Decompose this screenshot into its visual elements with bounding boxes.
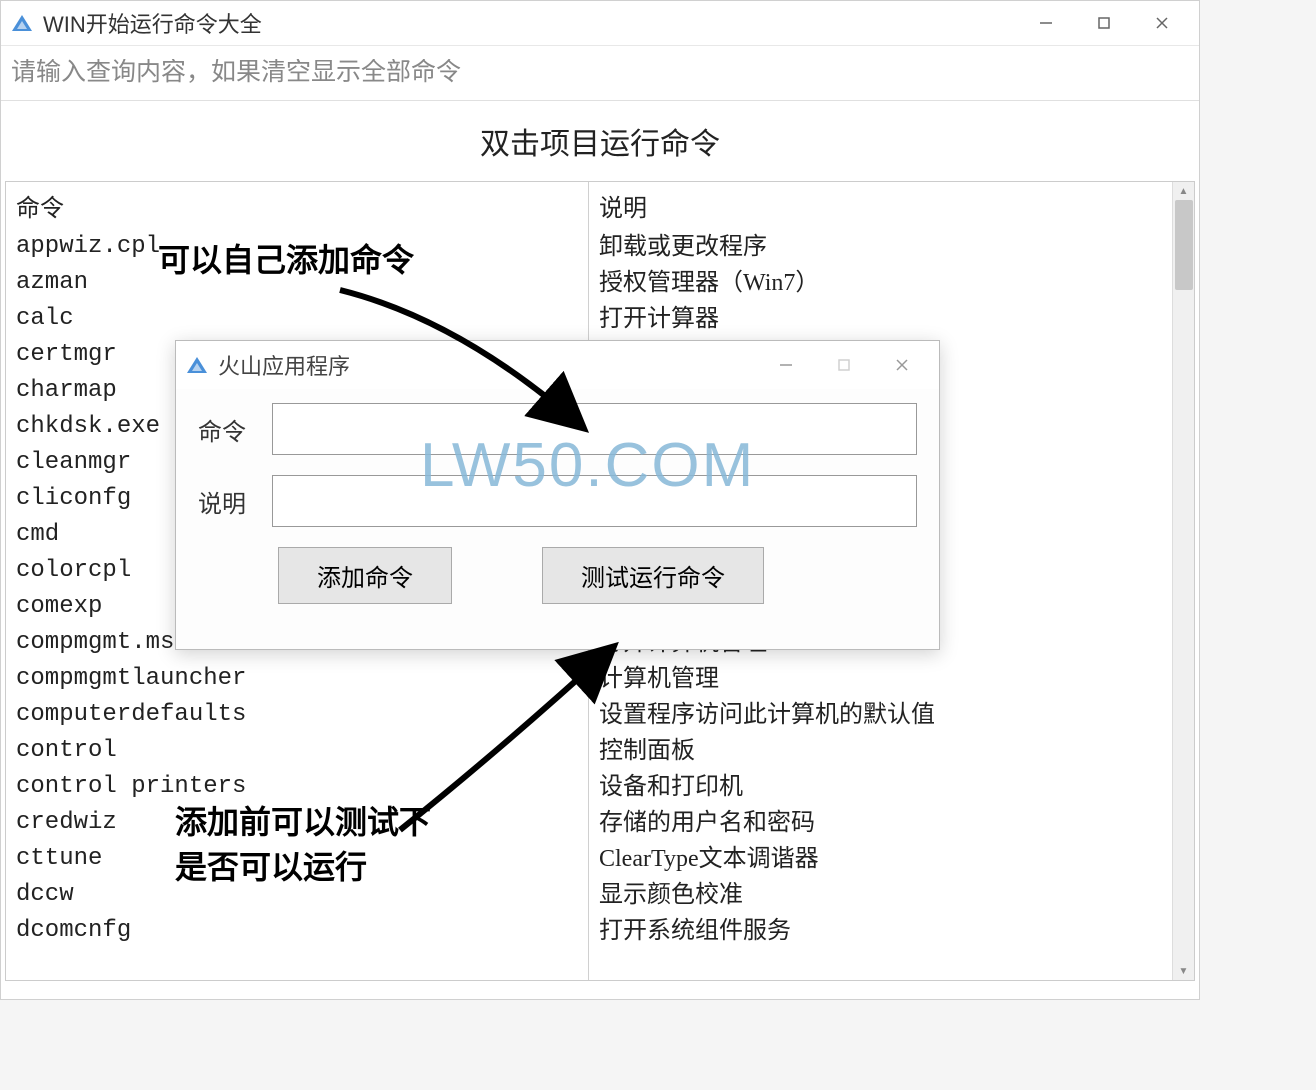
command-column-header: 命令: [6, 182, 588, 229]
minimize-button[interactable]: [1017, 1, 1075, 46]
minimize-icon: [779, 358, 793, 372]
table-row-cmd[interactable]: azman: [6, 265, 588, 301]
dialog-title: 火山应用程序: [218, 349, 757, 381]
table-row-desc[interactable]: 设备和打印机: [589, 769, 1172, 805]
dialog-body: 命令 说明 添加命令 测试运行命令: [176, 389, 939, 618]
app-icon: [9, 10, 35, 36]
table-row-desc[interactable]: 显示颜色校准: [589, 877, 1172, 913]
description-label: 说明: [198, 484, 258, 519]
maximize-icon: [837, 358, 851, 372]
dialog-window-controls: [757, 343, 931, 388]
close-icon: [1155, 16, 1169, 30]
table-row-cmd[interactable]: cttune: [6, 841, 588, 877]
description-field-row: 说明: [198, 475, 917, 527]
dialog-close-button[interactable]: [873, 343, 931, 388]
close-button[interactable]: [1133, 1, 1191, 46]
table-row-cmd[interactable]: appwiz.cpl: [6, 229, 588, 265]
main-titlebar: WIN开始运行命令大全: [1, 1, 1199, 46]
dialog-titlebar: 火山应用程序: [176, 341, 939, 389]
table-row-desc[interactable]: 设置程序访问此计算机的默认值: [589, 697, 1172, 733]
table-row-cmd[interactable]: computerdefaults: [6, 697, 588, 733]
maximize-icon: [1097, 16, 1111, 30]
scrollbar[interactable]: ▲ ▼: [1172, 182, 1194, 980]
maximize-button[interactable]: [1075, 1, 1133, 46]
table-row-cmd[interactable]: dcomcnfg: [6, 913, 588, 949]
table-row-desc[interactable]: 打开系统组件服务: [589, 913, 1172, 949]
table-row-cmd[interactable]: dccw: [6, 877, 588, 913]
test-run-button[interactable]: 测试运行命令: [542, 547, 764, 604]
dialog-app-icon: [184, 352, 210, 378]
command-field-row: 命令: [198, 403, 917, 455]
search-bar: [1, 46, 1199, 101]
description-input[interactable]: [272, 475, 917, 527]
scroll-thumb[interactable]: [1175, 200, 1193, 290]
dialog-minimize-button[interactable]: [757, 343, 815, 388]
command-input[interactable]: [272, 403, 917, 455]
dialog-maximize-button[interactable]: [815, 343, 873, 388]
add-command-button[interactable]: 添加命令: [278, 547, 452, 604]
table-row-cmd[interactable]: calc: [6, 301, 588, 337]
table-row-cmd[interactable]: credwiz: [6, 805, 588, 841]
table-row-desc[interactable]: 打开计算器: [589, 301, 1172, 337]
table-row-desc[interactable]: 卸载或更改程序: [589, 229, 1172, 265]
table-row-desc[interactable]: 控制面板: [589, 733, 1172, 769]
main-title: WIN开始运行命令大全: [43, 7, 1017, 39]
close-icon: [895, 358, 909, 372]
dialog-button-row: 添加命令 测试运行命令: [198, 547, 917, 604]
search-input[interactable]: [11, 59, 1189, 87]
table-row-desc[interactable]: 授权管理器（Win7）: [589, 265, 1172, 301]
description-column-header: 说明: [589, 182, 1172, 229]
command-label: 命令: [198, 412, 258, 447]
scroll-down-icon[interactable]: ▼: [1173, 962, 1194, 980]
table-row-desc[interactable]: 计算机管理: [589, 661, 1172, 697]
instruction-text: 双击项目运行命令: [1, 101, 1199, 181]
table-row-cmd[interactable]: control printers: [6, 769, 588, 805]
table-row-cmd[interactable]: compmgmtlauncher: [6, 661, 588, 697]
table-row-cmd[interactable]: control: [6, 733, 588, 769]
table-row-desc[interactable]: ClearType文本调谐器: [589, 841, 1172, 877]
minimize-icon: [1039, 16, 1053, 30]
add-command-dialog: 火山应用程序 命令 说明 添加命令 测试运行命令: [175, 340, 940, 650]
table-row-desc[interactable]: 存储的用户名和密码: [589, 805, 1172, 841]
window-controls: [1017, 1, 1191, 46]
scroll-up-icon[interactable]: ▲: [1173, 182, 1194, 200]
